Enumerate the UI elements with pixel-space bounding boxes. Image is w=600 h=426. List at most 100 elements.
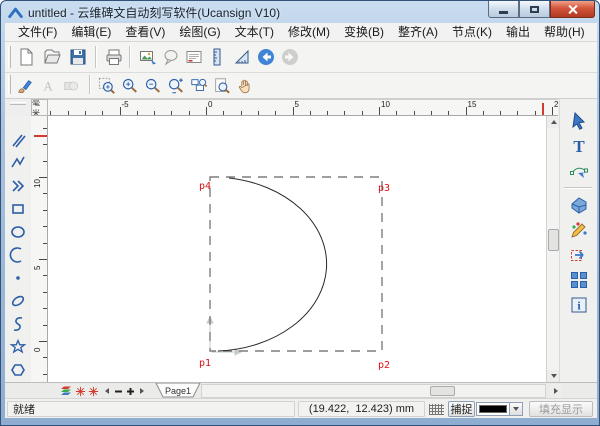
scroll-right-button[interactable] <box>550 384 562 398</box>
text-tool-button[interactable]: T <box>565 134 592 158</box>
menu-item-transform[interactable]: 变换(B) <box>337 23 391 41</box>
zoom-in-button[interactable] <box>118 74 141 97</box>
star-tool-button[interactable] <box>8 337 28 357</box>
arc-object[interactable] <box>218 178 327 351</box>
menu-item-modify[interactable]: 修改(M) <box>281 23 337 41</box>
polyline-icon <box>9 154 27 172</box>
zoom-dynamic-button[interactable] <box>164 74 187 97</box>
palette-grip[interactable] <box>10 102 26 105</box>
zoom-page-button[interactable] <box>210 74 233 97</box>
export-transform-icon <box>569 245 589 265</box>
zoom-page-icon <box>213 77 231 95</box>
toolbar-separator <box>89 75 91 94</box>
minus-icon <box>114 387 123 396</box>
horizontal-scrollbar[interactable] <box>201 384 546 398</box>
vertical-scrollbar[interactable] <box>546 116 559 382</box>
arrow-right-icon <box>140 388 144 394</box>
redo-button[interactable] <box>277 44 303 70</box>
close-icon <box>567 4 578 15</box>
remove-page-button[interactable] <box>112 385 124 397</box>
draw-color-tool-button[interactable] <box>565 218 592 242</box>
double-polyline-tool-button[interactable] <box>8 176 28 196</box>
maximize-button[interactable] <box>519 1 550 18</box>
preview-icon <box>161 47 181 67</box>
add-page-button[interactable] <box>124 385 136 397</box>
cursor-coordinates: (19.422, 12.423) mm <box>309 403 414 415</box>
menu-item-draw[interactable]: 绘图(G) <box>172 23 227 41</box>
next-page-button[interactable] <box>136 385 148 397</box>
line-tool-button[interactable] <box>8 130 28 150</box>
paint-brush-icon <box>16 77 34 95</box>
page-tab-label: Page1 <box>165 386 191 396</box>
main-toolbar <box>5 42 597 73</box>
export-transform-tool-button[interactable] <box>565 243 592 267</box>
menu-item-node[interactable]: 节点(K) <box>445 23 499 41</box>
fill-display-button[interactable]: 填充显示 <box>529 401 593 417</box>
protractor-button[interactable] <box>229 44 255 70</box>
horizontal-scroll-thumb[interactable] <box>430 386 455 396</box>
close-button[interactable] <box>550 1 595 18</box>
horizontal-ruler: -505101520 <box>48 99 558 116</box>
minimize-button[interactable] <box>488 1 519 18</box>
toolbar-grip[interactable] <box>8 46 11 68</box>
color-dropdown-button[interactable] <box>509 403 522 415</box>
title-bar[interactable]: untitled - 云维碑文自动刻写软件(Ucansign V10) <box>1 1 600 23</box>
menu-item-view[interactable]: 查看(V) <box>118 23 172 41</box>
zoom-out-button[interactable] <box>141 74 164 97</box>
menu-item-file[interactable]: 文件(F) <box>11 23 64 41</box>
weld-button[interactable] <box>59 74 82 97</box>
arrow-up-icon <box>551 120 557 124</box>
sun-icon <box>88 386 99 397</box>
undo-button[interactable] <box>253 44 279 70</box>
rectangle-tool-button[interactable] <box>8 199 28 219</box>
menu-item-output[interactable]: 输出 <box>499 23 537 41</box>
polygon-icon <box>9 361 27 379</box>
curve-tool-button[interactable] <box>8 314 28 334</box>
save-button[interactable] <box>65 44 91 70</box>
point-tool-button[interactable] <box>8 268 28 288</box>
ruler-unit-box: 毫米 <box>31 99 48 116</box>
new-document-icon <box>16 47 36 67</box>
select-tool-button[interactable] <box>565 109 592 133</box>
polyline-tool-button[interactable] <box>8 153 28 173</box>
node-edit-tool-button[interactable] <box>565 159 592 183</box>
new-document-button[interactable] <box>13 44 39 70</box>
print-button[interactable] <box>101 44 127 70</box>
paint-brush-button[interactable] <box>13 74 36 97</box>
page-tab[interactable]: Page1 <box>155 383 201 398</box>
layers-button[interactable] <box>60 385 72 397</box>
arc-tool-button[interactable] <box>8 245 28 265</box>
rotated-ellipse-tool-button[interactable] <box>8 291 28 311</box>
info-tool-button[interactable]: i <box>565 293 592 317</box>
pan-button[interactable] <box>233 74 256 97</box>
line-icon <box>9 131 27 149</box>
zoom-objects-button[interactable] <box>187 74 210 97</box>
shape-3d-tool-button[interactable] <box>565 193 592 217</box>
open-button[interactable] <box>39 44 65 70</box>
status-ready-text: 就绪 <box>13 401 35 417</box>
menu-item-text[interactable]: 文本(T) <box>228 23 281 41</box>
vertical-scroll-thumb[interactable] <box>548 229 559 251</box>
color-selector[interactable] <box>476 402 523 416</box>
toolbar-separator <box>129 46 131 68</box>
sun-icon <box>75 386 86 397</box>
polygon-tool-button[interactable] <box>8 360 28 380</box>
text-attributes-button[interactable]: A <box>36 74 59 97</box>
measure-ruler-button[interactable] <box>204 44 230 70</box>
fill-display-label: 填充显示 <box>539 401 583 417</box>
guide-toggle-button[interactable] <box>74 385 86 397</box>
menu-item-edit[interactable]: 编辑(E) <box>64 23 118 41</box>
menu-item-help[interactable]: 帮助(H) <box>537 23 592 41</box>
drawing-canvas[interactable]: p1 p2 p3 p4 <box>48 116 546 382</box>
snap-button[interactable]: 捕捉 <box>448 401 475 417</box>
align-grid-tool-button[interactable] <box>565 268 592 292</box>
canvas-overlay: p1 p2 p3 p4 <box>48 116 546 382</box>
grid-toggle-button[interactable] <box>87 385 99 397</box>
app-window: untitled - 云维碑文自动刻写软件(Ucansign V10) 文件(F… <box>0 0 600 426</box>
palette-separator <box>564 187 592 189</box>
ellipse-tool-button[interactable] <box>8 222 28 242</box>
zoom-window-icon <box>98 77 116 95</box>
menu-item-align[interactable]: 整齐(A) <box>391 23 445 41</box>
toolbar-grip[interactable] <box>8 75 11 94</box>
zoom-window-button[interactable] <box>95 74 118 97</box>
